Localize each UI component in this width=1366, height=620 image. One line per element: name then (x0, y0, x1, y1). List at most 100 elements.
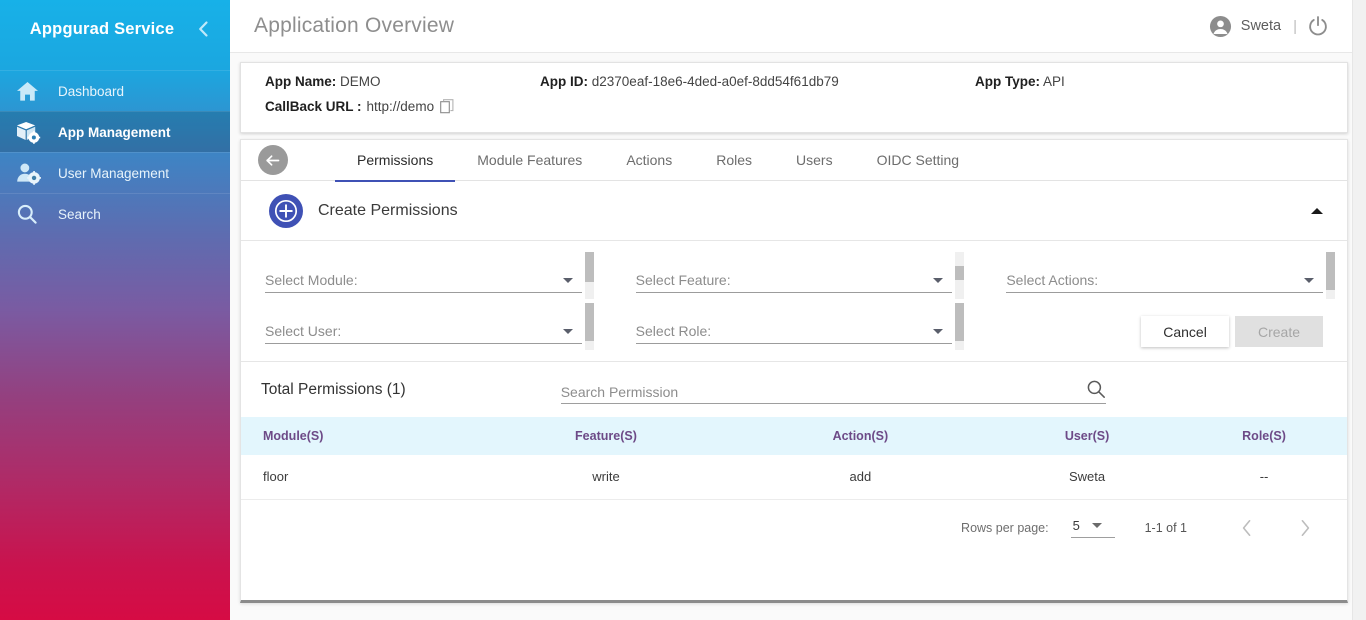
select-actions-scrollbar[interactable] (1326, 252, 1336, 299)
tab-roles[interactable]: Roles (694, 140, 774, 181)
power-button[interactable] (1307, 15, 1329, 37)
select-feature-scrollbar[interactable] (955, 252, 965, 299)
select-user-field[interactable]: Select User: (265, 303, 594, 350)
next-page-button[interactable] (1290, 513, 1320, 543)
home-icon (16, 79, 50, 103)
back-button[interactable] (258, 145, 288, 175)
app-type-label: App Type: (975, 74, 1040, 89)
sidebar-item-search[interactable]: Search (0, 193, 230, 234)
app-type-field: App Type: API (975, 74, 1065, 89)
arrow-left-icon (266, 154, 280, 166)
form-row-2: Select User: Select Role: Cancel Create (265, 303, 1324, 350)
select-actions-label: Select Actions: (1006, 272, 1099, 288)
app-info-row-primary: App Name: DEMO App ID: d2370eaf-18e6-4de… (241, 63, 1347, 92)
permissions-table: Module(S) Feature(S) Action(S) User(S) R… (241, 417, 1347, 500)
select-module-label: Select Module: (265, 272, 358, 288)
app-id-field: App ID: d2370eaf-18e6-4ded-a0ef-8dd54f61… (540, 74, 975, 89)
chevron-down-icon (1091, 522, 1102, 528)
topbar: Application Overview Sweta | (230, 0, 1366, 52)
cell-role: -- (1259, 469, 1269, 485)
select-role-label: Select Role: (635, 323, 712, 339)
create-button[interactable]: Create (1235, 316, 1324, 347)
cell-module: floor (263, 469, 289, 485)
plus-circle-icon[interactable] (269, 193, 303, 228)
app-info-row-callback: CallBack URL : http://demo (241, 92, 1347, 121)
package-gear-icon (16, 120, 50, 144)
topbar-divider: | (1293, 17, 1297, 35)
column-header-feature: Feature(S) (575, 429, 637, 443)
tab-users[interactable]: Users (774, 140, 855, 181)
select-actions-field[interactable]: Select Actions: (1006, 252, 1336, 299)
chevron-down-icon (562, 278, 573, 283)
select-module-field[interactable]: Select Module: (265, 252, 594, 299)
chevron-down-icon (933, 278, 944, 283)
chevron-down-icon (933, 329, 944, 334)
table-header-row: Module(S) Feature(S) Action(S) User(S) R… (241, 417, 1347, 455)
app-root: Appgurad Service Dashboard App Managemen… (0, 0, 1366, 620)
cancel-button[interactable]: Cancel (1141, 316, 1230, 347)
page-title: Application Overview (254, 14, 455, 37)
user-name: Sweta (1240, 18, 1282, 34)
tab-module-features[interactable]: Module Features (455, 140, 604, 181)
totals-and-search-row: Total Permissions (1) (241, 362, 1347, 417)
tabs-list: Permissions Module Features Actions Role… (335, 140, 981, 182)
callback-url-value: http://demo (366, 99, 435, 114)
select-feature-label: Select Feature: (635, 272, 731, 288)
magnifier-icon (16, 202, 50, 226)
chevron-left-icon (199, 21, 208, 37)
previous-page-button[interactable] (1232, 513, 1262, 543)
table-body: floor write add Sweta -- (241, 455, 1347, 499)
pagination-range-label: 1-1 of 1 (1144, 520, 1187, 535)
user-gear-icon (16, 161, 50, 185)
app-info-card: App Name: DEMO App ID: d2370eaf-18e6-4de… (240, 62, 1348, 133)
sidebar-item-dashboard[interactable]: Dashboard (0, 70, 230, 111)
topbar-user-area: Sweta | (1209, 15, 1329, 38)
rows-per-page-select[interactable]: 5 (1070, 518, 1115, 538)
copy-icon[interactable] (440, 98, 454, 115)
table-pagination: Rows per page: 5 1-1 of 1 (241, 500, 1347, 556)
tab-oidc-setting[interactable]: OIDC Setting (855, 140, 981, 181)
table-head: Module(S) Feature(S) Action(S) User(S) R… (241, 417, 1347, 455)
app-name-value: DEMO (340, 74, 381, 89)
sidebar-item-label: Dashboard (58, 83, 125, 99)
form-buttons: Cancel Create (1006, 314, 1324, 347)
total-permissions-label: Total Permissions (1) (261, 380, 406, 398)
tab-label: OIDC Setting (876, 152, 960, 168)
tab-label: Module Features (477, 152, 583, 168)
chevron-down-icon (562, 329, 573, 334)
search-permission-wrapper (560, 376, 1106, 404)
cell-user: Sweta (1069, 469, 1106, 485)
column-header-user: User(S) (1064, 429, 1110, 443)
sidebar-item-label: Search (58, 206, 101, 222)
select-feature-field[interactable]: Select Feature: (635, 252, 965, 299)
caret-up-icon[interactable] (1311, 207, 1323, 214)
column-header-action: Action(S) (832, 429, 889, 443)
rows-per-page-label: Rows per page: (961, 520, 1049, 535)
chevron-right-icon (1301, 519, 1310, 536)
tab-label: Permissions (357, 152, 434, 168)
page-scrollbar[interactable] (1352, 0, 1366, 620)
sidebar-nav: Dashboard App Management User Management… (0, 70, 230, 234)
sidebar-item-app-management[interactable]: App Management (0, 111, 230, 152)
select-module-scrollbar[interactable] (584, 252, 594, 299)
topbar-underline (230, 52, 1366, 53)
table-row[interactable]: floor write add Sweta -- (241, 455, 1347, 499)
create-permissions-header[interactable]: Create Permissions (241, 181, 1347, 241)
search-input[interactable] (560, 383, 1086, 400)
brand-title: Appgurad Service (29, 19, 175, 38)
account-circle-icon[interactable] (1209, 15, 1232, 38)
tab-actions[interactable]: Actions (604, 140, 694, 181)
sidebar-item-label: User Management (58, 165, 170, 181)
tab-label: Actions (626, 152, 673, 168)
cell-feature: write (592, 469, 620, 485)
search-icon[interactable] (1086, 379, 1106, 399)
tab-label: Users (796, 152, 833, 168)
tab-permissions[interactable]: Permissions (335, 140, 456, 182)
sidebar-item-user-management[interactable]: User Management (0, 152, 230, 193)
sidebar-collapse-button[interactable] (192, 18, 214, 40)
select-role-field[interactable]: Select Role: (635, 303, 965, 350)
select-role-scrollbar[interactable] (955, 303, 965, 350)
tab-label: Roles (716, 152, 753, 168)
create-permissions-title: Create Permissions (318, 201, 458, 219)
select-user-scrollbar[interactable] (584, 303, 594, 350)
